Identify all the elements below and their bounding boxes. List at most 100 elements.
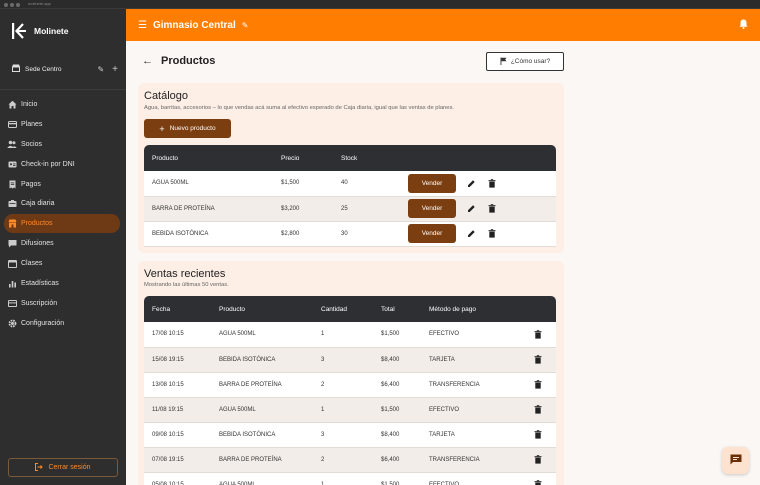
logout-icon <box>35 462 44 473</box>
plus-icon: + <box>159 123 165 134</box>
store-icon <box>12 64 20 74</box>
sell-button[interactable]: Vender <box>408 173 456 193</box>
hamburger-menu-icon[interactable]: ☰ <box>138 20 147 31</box>
trash-icon[interactable] <box>532 429 543 440</box>
table-row: BARRA DE PROTEÍNA $3,200 25 Vender <box>144 196 556 222</box>
sidebar-item-planes[interactable]: Planes <box>4 115 120 134</box>
sale-date: 13/08 10:15 <box>144 372 211 398</box>
trash-icon[interactable] <box>532 354 543 365</box>
chat-button[interactable] <box>722 447 749 474</box>
pencil-icon[interactable] <box>466 203 477 214</box>
browser-url[interactable]: molinete.app <box>28 1 51 6</box>
sidebar-item-caja-diaria[interactable]: Caja diaria <box>4 194 120 213</box>
sale-method: TRANSFERENCIA <box>421 372 516 398</box>
gym-title: Gimnasio Central <box>152 19 236 31</box>
window-minimize-dot[interactable] <box>10 3 14 7</box>
sale-qty: 2 <box>313 372 373 398</box>
sidebar-item-label: Check-in por DNI <box>21 160 75 168</box>
trash-icon[interactable] <box>532 479 543 485</box>
column-header-fecha: Fecha <box>152 305 171 313</box>
table-row: 13/08 10:15 BARRA DE PROTEÍNA 2 $6,400 T… <box>144 372 556 398</box>
top-bar: ☰ Gimnasio Central ✎ <box>126 9 760 41</box>
sale-date: 11/08 19:15 <box>144 397 211 423</box>
row-actions <box>516 472 556 485</box>
sidebar-item-label: Estadísticas <box>21 280 59 288</box>
sidebar-item-pagos[interactable]: Pagos <box>4 175 120 194</box>
catalog-table: Producto Precio Stock AGUA 500ML $1,500 … <box>144 145 556 247</box>
back-arrow-icon[interactable]: ← <box>142 55 153 67</box>
sidebar-item-estadisticas[interactable]: Estadísticas <box>4 274 120 293</box>
sidebar-item-label: Productos <box>21 220 53 228</box>
sidebar-item-label: Caja diaria <box>21 200 55 208</box>
sidebar-item-productos[interactable]: Productos <box>4 214 120 234</box>
table-row: 05/08 10:15 AGUA 500ML 1 $1,500 EFECTIVO <box>144 472 556 485</box>
trash-icon[interactable] <box>532 329 543 340</box>
sidebar-item-configuracion[interactable]: Configuración <box>4 314 120 333</box>
pencil-icon[interactable]: ✎ <box>97 65 104 74</box>
window-maximize-dot[interactable] <box>16 3 20 7</box>
sale-method: TARJETA <box>421 422 516 448</box>
sidebar-item-suscripcion[interactable]: Suscripción <box>4 294 120 313</box>
table-row: BEBIDA ISOTÓNICA $2,800 30 Vender <box>144 221 556 247</box>
sale-product: BARRA DE PROTEÍNA <box>211 447 313 473</box>
sidebar-item-checkin[interactable]: Check-in por DNI <box>4 155 120 174</box>
message-icon <box>7 239 17 249</box>
sidebar-item-difusiones[interactable]: Difusiones <box>4 234 120 253</box>
trash-icon[interactable] <box>532 454 543 465</box>
sale-date: 17/08 10:15 <box>144 322 211 348</box>
catalog-subtitle: Agua, barritas, accesorios – lo que vend… <box>144 105 455 111</box>
pencil-icon[interactable] <box>466 178 477 189</box>
column-header-precio: Precio <box>281 154 300 162</box>
bell-icon[interactable] <box>739 19 748 31</box>
trash-icon[interactable] <box>486 203 497 214</box>
sale-method: TRANSFERENCIA <box>421 447 516 473</box>
page-header: ← Productos <box>142 55 215 67</box>
sidebar-item-clases[interactable]: Clases <box>4 254 120 273</box>
catalog-header-row: Producto Precio Stock <box>144 145 556 171</box>
sidebar-item-socios[interactable]: Socios <box>4 135 120 154</box>
sell-button[interactable]: Vender <box>408 199 456 218</box>
sede-selector[interactable]: Sede Centro ✎ + <box>12 62 118 76</box>
product-name: BEBIDA ISOTÓNICA <box>144 221 273 247</box>
trash-icon[interactable] <box>532 404 543 415</box>
sale-product: AGUA 500ML <box>211 472 313 485</box>
sale-total: $1,500 <box>373 397 421 423</box>
plus-icon[interactable]: + <box>112 64 118 75</box>
column-header-metodo-pago: Método de pago <box>429 305 476 313</box>
brand[interactable]: Molinete <box>12 23 68 39</box>
table-row: 07/08 19:15 BARRA DE PROTEÍNA 2 $6,400 T… <box>144 447 556 473</box>
sale-total: $8,400 <box>373 422 421 448</box>
sidebar-nav: Inicio Planes Socios Check-in por DNI Pa… <box>4 95 120 334</box>
logout-button[interactable]: Cerrar sesión <box>8 458 118 477</box>
help-button[interactable]: ¿Cómo usar? <box>486 52 564 71</box>
sale-product: BEBIDA ISOTÓNICA <box>211 347 313 373</box>
sale-total: $1,500 <box>373 472 421 485</box>
sales-title: Ventas recientes <box>144 268 226 280</box>
pencil-icon[interactable]: ✎ <box>242 21 249 30</box>
trash-icon[interactable] <box>486 178 497 189</box>
table-row: 09/08 10:15 BEBIDA ISOTÓNICA 3 $8,400 TA… <box>144 422 556 448</box>
sidebar-item-inicio[interactable]: Inicio <box>4 95 120 114</box>
trash-icon[interactable] <box>532 379 543 390</box>
flag-icon <box>500 57 507 67</box>
sale-qty: 2 <box>313 447 373 473</box>
sidebar: Molinete Sede Centro ✎ + Inicio Planes S… <box>0 9 126 485</box>
sale-method: TARJETA <box>421 347 516 373</box>
sidebar-item-label: Clases <box>21 260 43 268</box>
new-product-label: Nuevo producto <box>169 125 216 132</box>
sale-method: EFECTIVO <box>421 397 516 423</box>
row-actions <box>516 322 556 348</box>
product-price: $3,200 <box>273 196 333 222</box>
new-product-button[interactable]: + Nuevo producto <box>144 119 231 138</box>
bar-chart-icon <box>7 279 17 289</box>
logout-label: Cerrar sesión <box>48 464 91 471</box>
trash-icon[interactable] <box>486 228 497 239</box>
sidebar-item-label: Configuración <box>21 319 65 327</box>
sell-button[interactable]: Vender <box>408 224 456 243</box>
sale-qty: 3 <box>313 422 373 448</box>
window-close-dot[interactable] <box>4 3 8 7</box>
pencil-icon[interactable] <box>466 228 477 239</box>
sede-label: Sede Centro <box>25 65 62 73</box>
sale-total: $1,500 <box>373 322 421 348</box>
sales-table: Fecha Producto Cantidad Total Método de … <box>144 296 556 485</box>
